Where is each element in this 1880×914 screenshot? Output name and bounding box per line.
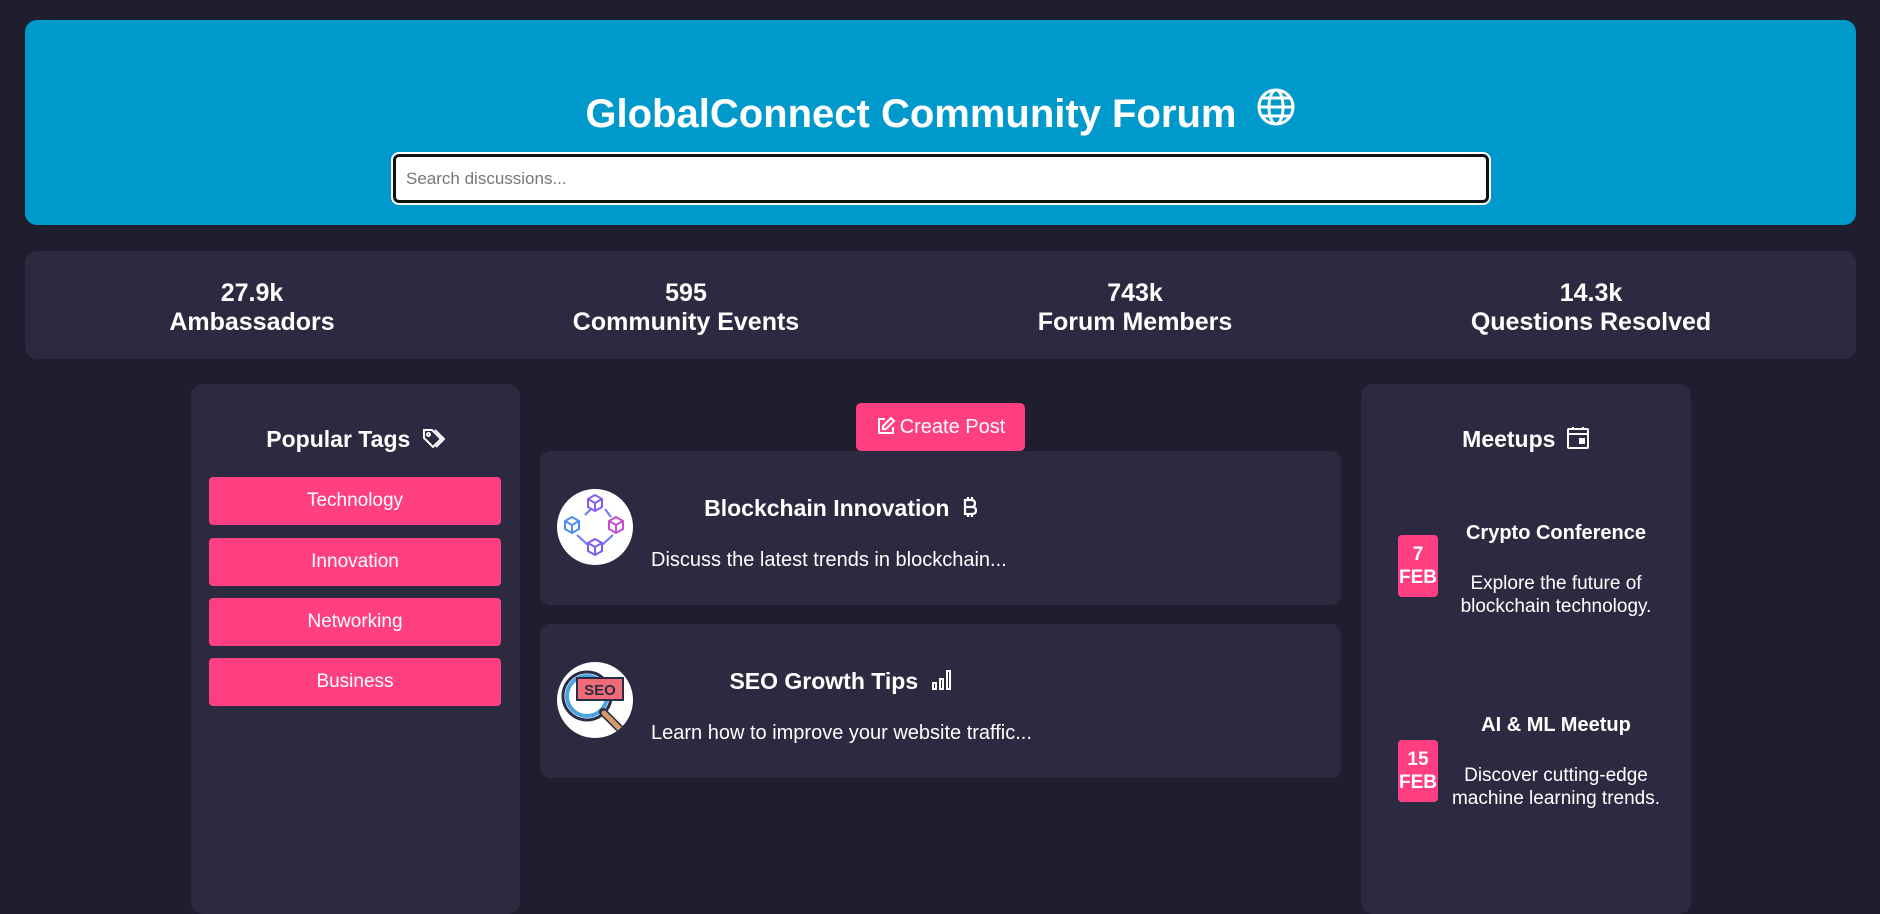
tags-icon <box>422 428 446 449</box>
stats-bar: 27.9k Ambassadors 595 Community Events 7… <box>25 251 1856 359</box>
create-post-label: Create Post <box>899 416 1006 438</box>
search-input[interactable] <box>391 152 1491 205</box>
meetups-title-text: Meetups <box>1462 426 1556 452</box>
event-description: Discover cutting-edge machine learning t… <box>1451 765 1661 809</box>
post-title[interactable]: SEO Growth Tips <box>651 667 1031 695</box>
event-month: FEB <box>1399 567 1437 588</box>
bar-chart-icon <box>931 669 951 690</box>
stat-label: Community Events <box>572 308 800 336</box>
post-title-text: SEO Growth Tips <box>729 668 919 694</box>
edit-icon <box>877 416 896 434</box>
post-description: Discuss the latest trends in blockchain.… <box>651 549 1007 571</box>
event-day: 15 <box>1407 749 1429 770</box>
stat-value: 27.9k <box>220 279 284 307</box>
blockchain-cubes-icon <box>557 489 633 565</box>
create-post-button[interactable]: Create Post <box>856 403 1025 451</box>
event-date-badge: 7 FEB <box>1398 535 1438 597</box>
popular-tags-panel: Popular Tags Technology Innovation Netwo… <box>191 384 520 914</box>
tag-networking[interactable]: Networking <box>209 598 501 646</box>
tag-business[interactable]: Business <box>209 658 501 706</box>
calendar-icon <box>1566 426 1589 449</box>
stat-questions-resolved: 14.3k Questions Resolved <box>1441 279 1741 337</box>
page-title-text: GlobalConnect Community Forum <box>585 92 1237 136</box>
stat-label: Ambassadors <box>169 308 335 336</box>
popular-tags-title-text: Popular Tags <box>266 426 411 452</box>
stat-community-events: 595 Community Events <box>536 279 836 337</box>
post-description: Learn how to improve your website traffi… <box>651 722 1032 744</box>
event-title: AI & ML Meetup <box>1481 714 1631 736</box>
stat-label: Questions Resolved <box>1470 308 1712 336</box>
seo-magnifier-icon: SEO <box>557 662 633 738</box>
stat-value: 14.3k <box>1559 279 1623 307</box>
event-date-badge: 15 FEB <box>1398 740 1438 802</box>
stat-forum-members: 743k Forum Members <box>985 279 1285 337</box>
stat-value: 595 <box>665 279 707 307</box>
tag-technology[interactable]: Technology <box>209 477 501 525</box>
post-title[interactable]: Blockchain Innovation <box>651 494 1031 522</box>
meetups-title: Meetups <box>1361 424 1691 454</box>
event-description: Explore the future of blockchain technol… <box>1460 573 1652 617</box>
post-card[interactable]: SEO SEO Growth Tips Learn how to improve… <box>540 624 1341 778</box>
stat-value: 743k <box>1107 279 1163 307</box>
event-month: FEB <box>1399 772 1437 793</box>
meetups-panel: Meetups 7 FEB Crypto Conference Explore … <box>1361 384 1691 914</box>
post-card[interactable]: Blockchain Innovation Discuss the latest… <box>540 451 1341 605</box>
event-title: Crypto Conference <box>1465 522 1647 544</box>
post-title-text: Blockchain Innovation <box>704 495 950 521</box>
seo-label: SEO <box>584 682 616 699</box>
popular-tags-title: Popular Tags <box>191 424 520 454</box>
event-day: 7 <box>1412 544 1424 565</box>
globe-icon <box>1256 87 1296 138</box>
stat-ambassadors: 27.9k Ambassadors <box>102 279 402 337</box>
stat-label: Forum Members <box>1037 308 1233 336</box>
tag-innovation[interactable]: Innovation <box>209 538 501 586</box>
header-banner: GlobalConnect Community Forum <box>25 20 1856 225</box>
page-title: GlobalConnect Community Forum <box>25 87 1856 142</box>
bitcoin-icon <box>963 496 977 517</box>
